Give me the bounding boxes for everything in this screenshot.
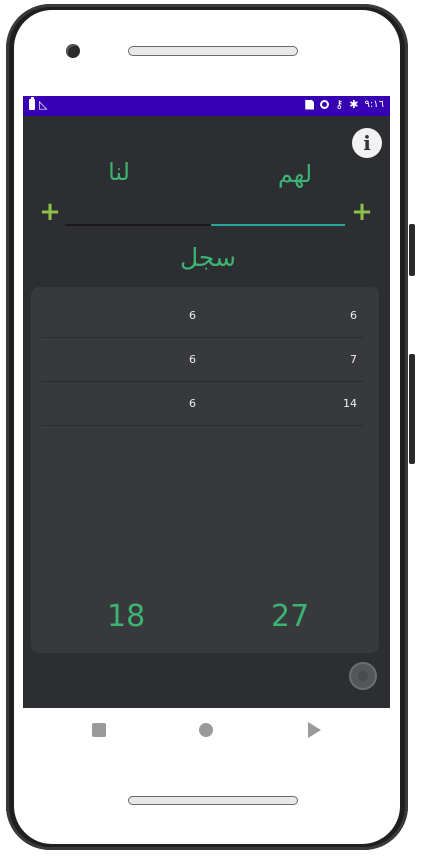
- us-score-input[interactable]: [65, 224, 211, 226]
- status-clock: ٩:١٦: [364, 99, 384, 110]
- info-icon[interactable]: i: [352, 128, 382, 158]
- status-right: ⚷ ✱ ٩:١٦: [305, 99, 384, 110]
- them-score-cell: 14: [343, 397, 357, 410]
- add-them-score-button[interactable]: +: [350, 199, 374, 225]
- table-row: 6 14: [41, 382, 363, 426]
- nav-square-icon[interactable]: [92, 723, 106, 737]
- key-icon: ⚷: [335, 98, 344, 111]
- history-title: سجل: [179, 243, 237, 272]
- gear-icon: ✱: [349, 98, 359, 111]
- them-score-cell: 6: [350, 309, 357, 322]
- team-us-label: لنا: [108, 158, 130, 186]
- battery-icon: [29, 97, 35, 110]
- earpiece-speaker: [128, 46, 298, 56]
- them-score-input[interactable]: [211, 224, 345, 226]
- nav-home-icon[interactable]: [199, 723, 213, 737]
- total-them: 27: [271, 599, 310, 634]
- total-us: 18: [107, 599, 146, 634]
- status-left: ◺: [29, 97, 48, 111]
- team-them-label: لهم: [277, 160, 313, 188]
- power-button: [409, 224, 415, 276]
- navigation-bar: [23, 708, 390, 754]
- status-bar: ◺ ⚷ ✱ ٩:١٦: [23, 96, 390, 116]
- us-score-cell: 6: [189, 353, 196, 366]
- app-screen: ◺ ⚷ ✱ ٩:١٦ i لهم لنا + + سجل 6 6 6 7 6 1…: [23, 96, 390, 708]
- us-score-cell: 6: [189, 309, 196, 322]
- reset-fab-button[interactable]: [349, 662, 377, 690]
- bottom-speaker: [128, 796, 298, 805]
- data-saver-icon: [320, 100, 330, 109]
- nav-back-triangle-icon[interactable]: [308, 722, 321, 738]
- table-row: 6 7: [41, 338, 363, 382]
- sim-card-icon: [305, 99, 315, 110]
- history-card: 6 6 6 7 6 14: [31, 287, 379, 653]
- them-score-cell: 7: [350, 353, 357, 366]
- no-signal-icon: ◺: [39, 98, 48, 111]
- table-row: 6 6: [41, 294, 363, 338]
- volume-button: [409, 354, 415, 464]
- add-us-score-button[interactable]: +: [38, 199, 62, 225]
- us-score-cell: 6: [189, 397, 196, 410]
- front-camera: [66, 44, 80, 58]
